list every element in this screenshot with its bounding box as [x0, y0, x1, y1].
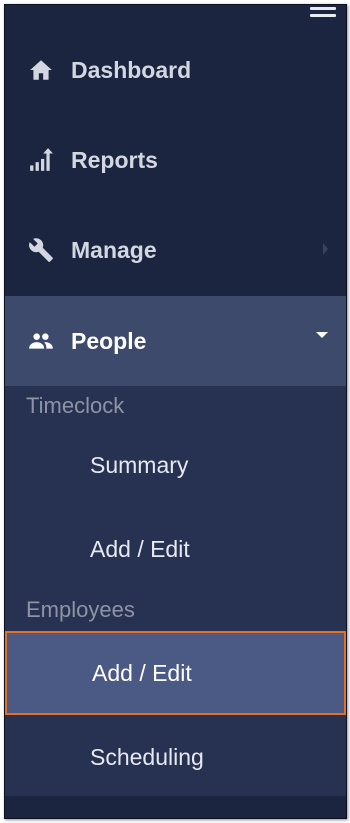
- sidebar-item-dashboard[interactable]: Dashboard: [5, 25, 346, 115]
- people-submenu: Timeclock Summary Add / Edit Employees A…: [5, 386, 346, 796]
- section-label-employees: Employees: [26, 597, 135, 622]
- submenu-item-label: Add / Edit: [92, 659, 192, 686]
- chevron-right-icon: [323, 243, 328, 255]
- sidebar: Dashboard Reports Manage People Timecloc…: [4, 4, 347, 819]
- sidebar-item-label: Manage: [71, 236, 157, 263]
- sidebar-item-people[interactable]: People: [5, 296, 346, 386]
- submenu-item-label: Scheduling: [90, 743, 204, 770]
- section-label-timeclock: Timeclock: [26, 393, 125, 418]
- wrench-icon: [27, 236, 55, 264]
- sidebar-item-label: Reports: [71, 146, 158, 173]
- submenu-item-label: Add / Edit: [90, 535, 190, 562]
- chevron-down-icon: [316, 332, 328, 338]
- hamburger-menu-icon[interactable]: [310, 7, 336, 21]
- sidebar-item-reports[interactable]: Reports: [5, 115, 346, 205]
- submenu-item-timeclock-summary[interactable]: Summary: [5, 423, 346, 507]
- home-icon: [27, 56, 55, 84]
- submenu-item-employees-scheduling[interactable]: Scheduling: [5, 715, 346, 799]
- bar-chart-icon: [27, 146, 55, 174]
- sidebar-item-label: People: [71, 327, 147, 354]
- sidebar-item-manage[interactable]: Manage: [5, 205, 346, 295]
- sidebar-item-label: Dashboard: [71, 56, 192, 83]
- submenu-item-timeclock-add-edit[interactable]: Add / Edit: [5, 507, 346, 591]
- submenu-item-employees-add-edit[interactable]: Add / Edit: [5, 631, 346, 715]
- people-icon: [27, 327, 55, 355]
- submenu-item-label: Summary: [90, 451, 189, 478]
